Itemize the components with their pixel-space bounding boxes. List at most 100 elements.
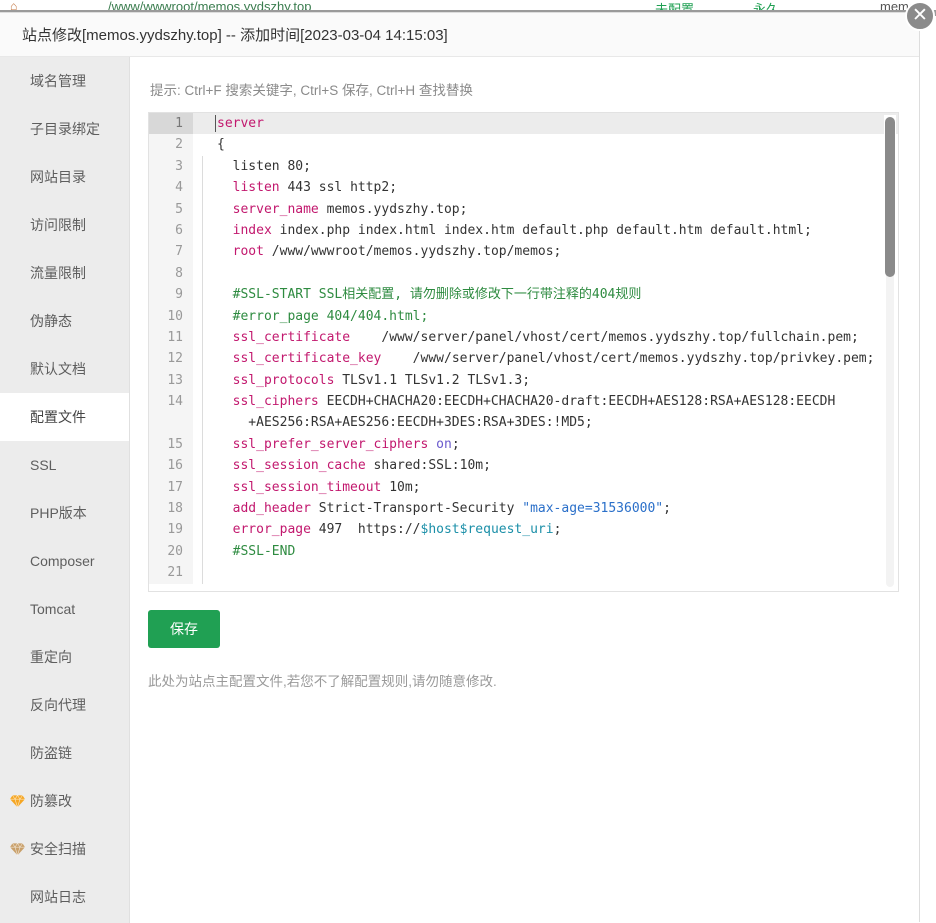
scrollbar-thumb[interactable] <box>885 117 895 277</box>
indent-guide <box>193 540 211 563</box>
token-kw: server_name <box>217 201 319 217</box>
indent-guide <box>193 348 211 371</box>
sidebar-item-11[interactable]: Tomcat <box>0 585 129 633</box>
token-kw: listen <box>217 180 280 196</box>
line-number: 9 <box>149 284 193 306</box>
code-line[interactable]: 4 listen 443 ssl http2; <box>149 177 898 199</box>
sidebar-item-17[interactable]: 网站日志 <box>0 873 129 921</box>
code-line[interactable]: 13 ssl_protocols TLSv1.1 TLSv1.2 TLSv1.3… <box>149 369 898 392</box>
token-kw: add_header <box>217 501 311 517</box>
line-number: 4 <box>149 177 193 199</box>
line-number <box>149 412 193 434</box>
code-line[interactable]: 20 #SSL-END <box>149 540 898 563</box>
code-line[interactable]: 19 error_page 497 https://$host$request_… <box>149 519 898 542</box>
sidebar-item-label: 重定向 <box>30 649 72 665</box>
code-line[interactable]: 1 server <box>149 113 898 135</box>
code-line[interactable]: 2{ <box>149 134 898 156</box>
indent-guide <box>193 326 211 349</box>
code-text: ssl_certificate /www/server/panel/vhost/… <box>211 327 898 348</box>
gem-icon <box>10 842 25 856</box>
sidebar-item-label: 网站日志 <box>30 889 86 905</box>
code-line[interactable]: 18 add_header Strict-Transport-Security … <box>149 498 898 520</box>
code-line[interactable]: 15 ssl_prefer_server_ciphers on; <box>149 433 898 456</box>
code-line[interactable]: 21 <box>149 562 898 584</box>
code-area[interactable]: 1 server 2{3 listen 80; 4 listen 443 ssl ht… <box>149 113 898 591</box>
sidebar-item-4[interactable]: 流量限制 <box>0 249 129 297</box>
content-panel: 提示: Ctrl+F 搜索关键字, Ctrl+S 保存, Ctrl+H 查找替换… <box>130 57 919 923</box>
code-text: add_header Strict-Transport-Security "ma… <box>211 498 898 519</box>
code-line[interactable]: 6 index index.php index.html index.htm d… <box>149 219 898 242</box>
indent-guide <box>193 498 211 520</box>
indent-guide <box>193 262 211 285</box>
config-editor[interactable]: 1 server 2{3 listen 80; 4 listen 443 ssl ht… <box>148 112 899 592</box>
sidebar-item-16[interactable]: 安全扫描 <box>0 825 129 873</box>
sidebar-item-1[interactable]: 子目录绑定 <box>0 105 129 153</box>
sidebar-item-label: 防盗链 <box>30 745 72 761</box>
editor-scrollbar[interactable] <box>884 115 896 589</box>
sidebar-item-10[interactable]: Composer <box>0 537 129 585</box>
code-line[interactable]: 14 ssl_ciphers EECDH+CHACHA20:EECDH+CHAC… <box>149 391 898 413</box>
sidebar: 域名管理子目录绑定网站目录 访问限制 流量限制 伪静态 默认文档 配置文件 SSL PHP版本… <box>0 57 130 923</box>
sidebar-item-7[interactable]: 配置文件 <box>0 393 129 441</box>
sidebar-item-13[interactable]: 反向代理 <box>0 681 129 729</box>
code-line[interactable]: 10 #error_page 404/404.html; <box>149 305 898 328</box>
sidebar-item-12[interactable]: 重定向 <box>0 633 129 681</box>
close-icon[interactable]: ✕ <box>905 1 935 31</box>
sidebar-item-0[interactable]: 域名管理 <box>0 57 129 105</box>
line-number: 8 <box>149 262 193 285</box>
code-line[interactable]: 12 ssl_certificate_key /www/server/panel… <box>149 348 898 371</box>
sidebar-item-3[interactable]: 访问限制 <box>0 201 129 249</box>
token-cm: #SSL-END <box>217 543 296 559</box>
indent-guide <box>193 412 211 435</box>
sidebar-item-2[interactable]: 网站目录 <box>0 153 129 201</box>
indent-guide <box>193 476 211 499</box>
sidebar-item-9[interactable]: PHP版本 <box>0 489 129 537</box>
shortcut-hint: 提示: Ctrl+F 搜索关键字, Ctrl+S 保存, Ctrl+H 查找替换 <box>150 83 473 98</box>
indent-guide <box>193 391 211 413</box>
code-text: #error_page 404/404.html; <box>211 306 898 327</box>
token-plain: TLSv1.1 TLSv1.2 TLSv1.3; <box>334 372 531 388</box>
indent-guide <box>193 305 211 328</box>
token-cm: #SSL-START SSL相关配置, 请勿删除或修改下一行带注释的404规则 <box>217 287 642 303</box>
code-line[interactable]: 8 <box>149 262 898 285</box>
sidebar-item-15[interactable]: 防篡改 <box>0 777 129 825</box>
sidebar-item-label: 防篡改 <box>30 793 72 809</box>
code-text: +AES256:RSA+AES256:EECDH+3DES:RSA+3DES:!… <box>211 412 898 433</box>
indent-guide <box>193 369 211 392</box>
save-button[interactable]: 保存 <box>148 610 220 648</box>
line-number: 20 <box>149 540 193 563</box>
code-line[interactable]: 17 ssl_session_timeout 10m; <box>149 476 898 499</box>
code-line[interactable]: 16 ssl_session_cache shared:SSL:10m; <box>149 455 898 478</box>
indent-spacer <box>193 134 211 155</box>
sidebar-item-5[interactable]: 伪静态 <box>0 297 129 345</box>
indent-guide <box>193 177 211 199</box>
sidebar-item-label: 域名管理 <box>30 73 86 89</box>
sidebar-item-14[interactable]: 防盗链 <box>0 729 129 777</box>
token-kw: ssl_session_cache <box>217 458 366 474</box>
code-line[interactable]: 9 #SSL-START SSL相关配置, 请勿删除或修改下一行带注释的404规… <box>149 284 898 306</box>
code-line[interactable]: +AES256:RSA+AES256:EECDH+3DES:RSA+3DES:!… <box>149 412 898 435</box>
token-plain: ; <box>451 436 460 452</box>
code-text: ssl_prefer_server_ciphers on; <box>211 434 898 455</box>
code-text: #SSL-END <box>211 541 898 562</box>
code-line[interactable]: 5 server_name memos.yydszhy.top; <box>149 198 898 221</box>
sidebar-item-6[interactable]: 默认文档 <box>0 345 129 393</box>
code-text: error_page 497 https://$host$request_uri… <box>211 519 898 540</box>
token-kw: error_page <box>217 522 311 538</box>
sidebar-item-label: 子目录绑定 <box>30 121 100 137</box>
line-number: 6 <box>149 219 193 242</box>
token-kw: ssl_session_timeout <box>217 479 382 495</box>
sidebar-item-8[interactable]: SSL <box>0 441 129 489</box>
code-line[interactable]: 7 root /www/wwwroot/memos.yydszhy.top/me… <box>149 241 898 264</box>
line-number: 14 <box>149 391 193 413</box>
line-number: 5 <box>149 198 193 220</box>
code-line[interactable]: 3 listen 80; <box>149 155 898 178</box>
token-bool: on <box>428 436 452 452</box>
site-edit-modal: ✕ 站点修改[memos.yydszhy.top] -- 添加时间[2023-0… <box>0 1 935 923</box>
code-text: #SSL-START SSL相关配置, 请勿删除或修改下一行带注释的404规则 <box>211 284 898 305</box>
token-plain: EECDH+CHACHA20:EECDH+CHACHA20-draft:EECD… <box>318 394 836 410</box>
line-number: 1 <box>149 113 193 135</box>
sidebar-item-label: Tomcat <box>30 601 76 617</box>
code-line[interactable]: 11 ssl_certificate /www/server/panel/vho… <box>149 326 898 349</box>
